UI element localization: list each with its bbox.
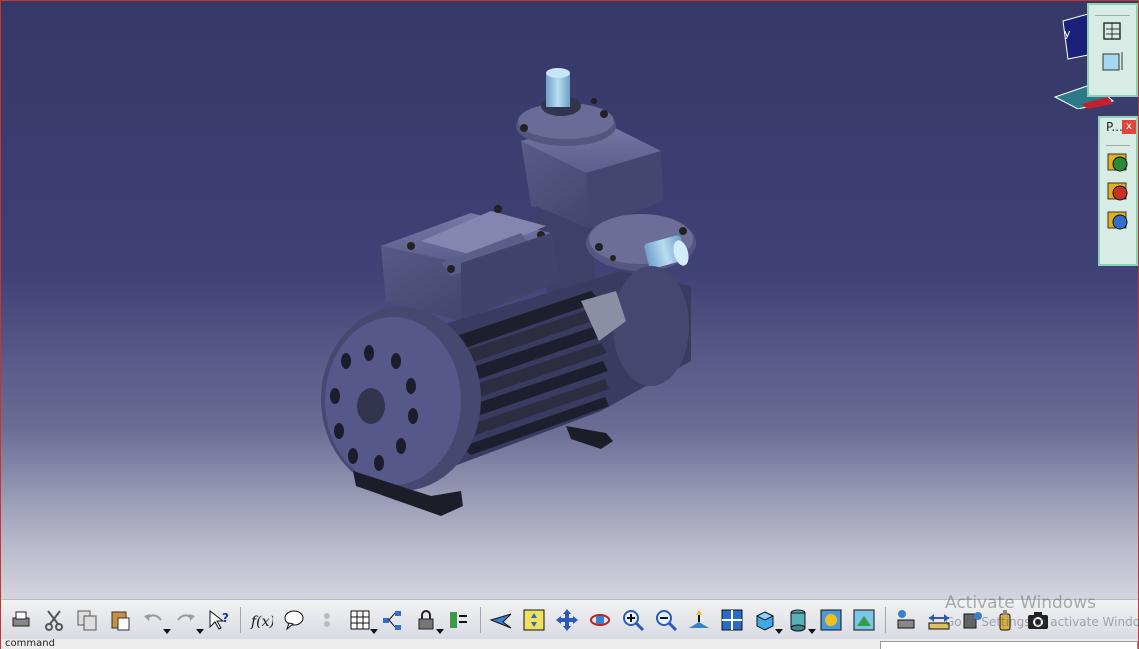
bottle-icon[interactable]	[991, 605, 1019, 635]
3d-viewport[interactable]: y P... x	[1, 1, 1138, 599]
svg-text:?: ?	[222, 611, 229, 625]
redo-icon[interactable]	[172, 605, 204, 635]
camera-icon[interactable]	[1024, 605, 1052, 635]
work-on-support-icon[interactable]	[1100, 48, 1126, 74]
lock-icon[interactable]	[412, 605, 444, 635]
top-flange	[516, 68, 616, 146]
analysis-icon[interactable]	[958, 605, 986, 635]
measure-icon[interactable]	[892, 605, 920, 635]
svg-text:f(x): f(x)	[250, 614, 273, 630]
cut-icon[interactable]	[40, 605, 68, 635]
insert-new-product-icon[interactable]	[1105, 178, 1131, 204]
zoom-in-icon[interactable]	[619, 605, 647, 635]
distance-icon[interactable]	[925, 605, 953, 635]
fly-mode-icon[interactable]	[487, 605, 515, 635]
standard-toolbar: ? f(x)	[1, 599, 1138, 639]
fit-all-icon[interactable]	[520, 605, 548, 635]
pan-icon[interactable]	[553, 605, 581, 635]
rotate-icon[interactable]	[586, 605, 614, 635]
multi-view-icon[interactable]	[718, 605, 746, 635]
motor-3d-model[interactable]	[1, 1, 1138, 599]
zoom-out-icon[interactable]	[652, 605, 680, 635]
close-icon[interactable]: x	[1122, 120, 1136, 134]
knowledge-icon[interactable]	[313, 605, 341, 635]
tree-icon[interactable]	[379, 605, 407, 635]
sketch-icon[interactable]	[1100, 19, 1126, 45]
whats-this-icon[interactable]: ?	[205, 605, 233, 635]
toolbar-separator	[480, 606, 481, 633]
floating-toolbar-sketcher[interactable]	[1087, 3, 1138, 97]
swap-visible-icon[interactable]	[850, 605, 878, 635]
toolbar-separator	[240, 606, 241, 633]
compass-axis-label: y	[1064, 27, 1071, 40]
print-icon[interactable]	[7, 605, 35, 635]
toolbar-title: P... x	[1100, 118, 1136, 136]
floating-toolbar-product[interactable]: P... x	[1098, 116, 1138, 266]
toolbar-separator	[885, 606, 886, 633]
hide-show-icon[interactable]	[817, 605, 845, 635]
iso-view-icon[interactable]	[751, 605, 783, 635]
command-input[interactable]	[880, 641, 1138, 649]
insert-component-icon[interactable]	[1105, 149, 1131, 175]
formula-icon[interactable]: f(x)	[247, 605, 275, 635]
comment-icon[interactable]	[280, 605, 308, 635]
insert-existing-component-icon[interactable]	[1105, 207, 1131, 233]
undo-icon[interactable]	[139, 605, 171, 635]
end-cap	[321, 307, 481, 491]
side-flange	[586, 214, 696, 271]
shading-icon[interactable]	[784, 605, 816, 635]
table-icon[interactable]	[346, 605, 378, 635]
split-icon[interactable]	[445, 605, 473, 635]
normal-view-icon[interactable]	[685, 605, 713, 635]
copy-icon[interactable]	[73, 605, 101, 635]
paste-icon[interactable]	[106, 605, 134, 635]
